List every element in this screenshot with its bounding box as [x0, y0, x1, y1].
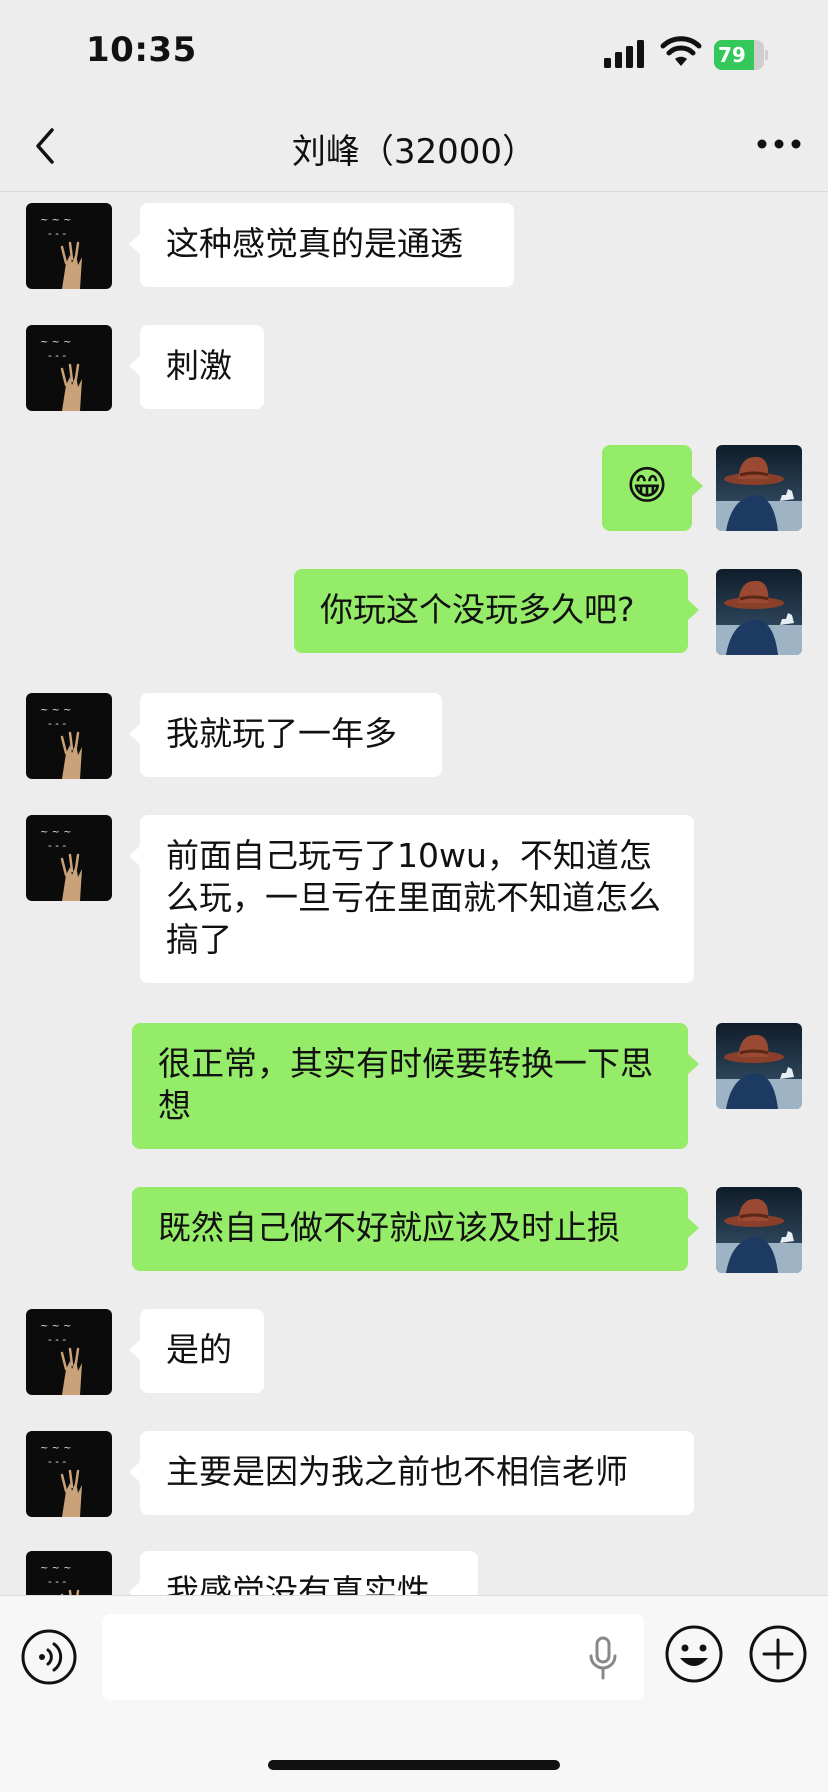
signal-icon: [604, 40, 644, 68]
svg-text:~ ~ ~: ~ ~ ~: [40, 337, 72, 348]
status-time: 10:35: [86, 30, 197, 70]
chat-title: 刘峰（32000）: [291, 132, 537, 172]
status-bar: 10:35 79: [0, 0, 828, 100]
contact-avatar[interactable]: ~ ~ ~ - - -: [26, 1551, 112, 1595]
voice-icon[interactable]: [20, 1628, 78, 1686]
svg-text:~ ~ ~: ~ ~ ~: [40, 1563, 72, 1574]
incoming-message-bubble[interactable]: 这种感觉真的是通透: [129, 203, 514, 287]
svg-text:~ ~ ~: ~ ~ ~: [40, 827, 72, 838]
emoji-icon[interactable]: [664, 1624, 724, 1684]
svg-text:~ ~ ~: ~ ~ ~: [40, 1443, 72, 1454]
user-avatar[interactable]: [716, 1023, 802, 1109]
contact-avatar[interactable]: ~ ~ ~ - - -: [26, 1309, 112, 1395]
home-indicator: [268, 1760, 560, 1770]
chat-area[interactable]: ~ ~ ~ - - - 这种感觉真的是通透 ~ ~ ~ - - - 刺激 😁 你…: [0, 193, 828, 1595]
incoming-message-bubble[interactable]: 主要是因为我之前也不相信老师: [129, 1431, 694, 1515]
message-input[interactable]: [102, 1614, 644, 1700]
contact-avatar[interactable]: ~ ~ ~ - - -: [26, 1431, 112, 1517]
outgoing-message-bubble[interactable]: 很正常，其实有时候要转换一下思想: [132, 1023, 699, 1149]
input-bar: [0, 1595, 828, 1792]
battery-icon: 79: [714, 40, 768, 70]
incoming-message-bubble[interactable]: 我就玩了一年多: [129, 693, 442, 777]
contact-avatar[interactable]: ~ ~ ~ - - -: [26, 203, 112, 289]
add-icon[interactable]: [748, 1624, 808, 1684]
more-dots-icon[interactable]: [756, 136, 802, 152]
svg-text:- - -: - - -: [48, 839, 66, 852]
svg-text:- - -: - - -: [48, 227, 66, 240]
user-avatar[interactable]: [716, 569, 802, 655]
svg-text:- - -: - - -: [48, 1455, 66, 1468]
incoming-message-bubble[interactable]: 是的: [129, 1309, 264, 1393]
svg-text:- - -: - - -: [48, 717, 66, 730]
contact-avatar[interactable]: ~ ~ ~ - - -: [26, 815, 112, 901]
outgoing-message-bubble[interactable]: 既然自己做不好就应该及时止损: [132, 1187, 699, 1271]
svg-text:~ ~ ~: ~ ~ ~: [40, 215, 72, 226]
incoming-message-bubble[interactable]: 刺激: [129, 325, 264, 409]
incoming-message-bubble[interactable]: 前面自己玩亏了10wu，不知道怎么玩，一旦亏在里面就不知道怎么搞了: [129, 815, 694, 983]
outgoing-message-bubble[interactable]: 😁: [602, 445, 703, 531]
battery-percent: 79: [718, 43, 746, 67]
outgoing-message-bubble[interactable]: 你玩这个没玩多久吧?: [294, 569, 699, 653]
nav-bar: 刘峰（32000）: [0, 100, 828, 192]
contact-avatar[interactable]: ~ ~ ~ - - -: [26, 325, 112, 411]
user-avatar[interactable]: [716, 1187, 802, 1273]
incoming-message-bubble[interactable]: 我感觉没有真实性: [129, 1551, 478, 1595]
svg-text:~ ~ ~: ~ ~ ~: [40, 1321, 72, 1332]
svg-text:- - -: - - -: [48, 1333, 66, 1346]
chevron-left-icon[interactable]: [30, 126, 60, 166]
svg-text:~ ~ ~: ~ ~ ~: [40, 705, 72, 716]
svg-text:- - -: - - -: [48, 1575, 66, 1588]
mic-icon[interactable]: [588, 1636, 618, 1680]
contact-avatar[interactable]: ~ ~ ~ - - -: [26, 693, 112, 779]
svg-text:- - -: - - -: [48, 349, 66, 362]
wifi-icon: [660, 36, 702, 66]
user-avatar[interactable]: [716, 445, 802, 531]
